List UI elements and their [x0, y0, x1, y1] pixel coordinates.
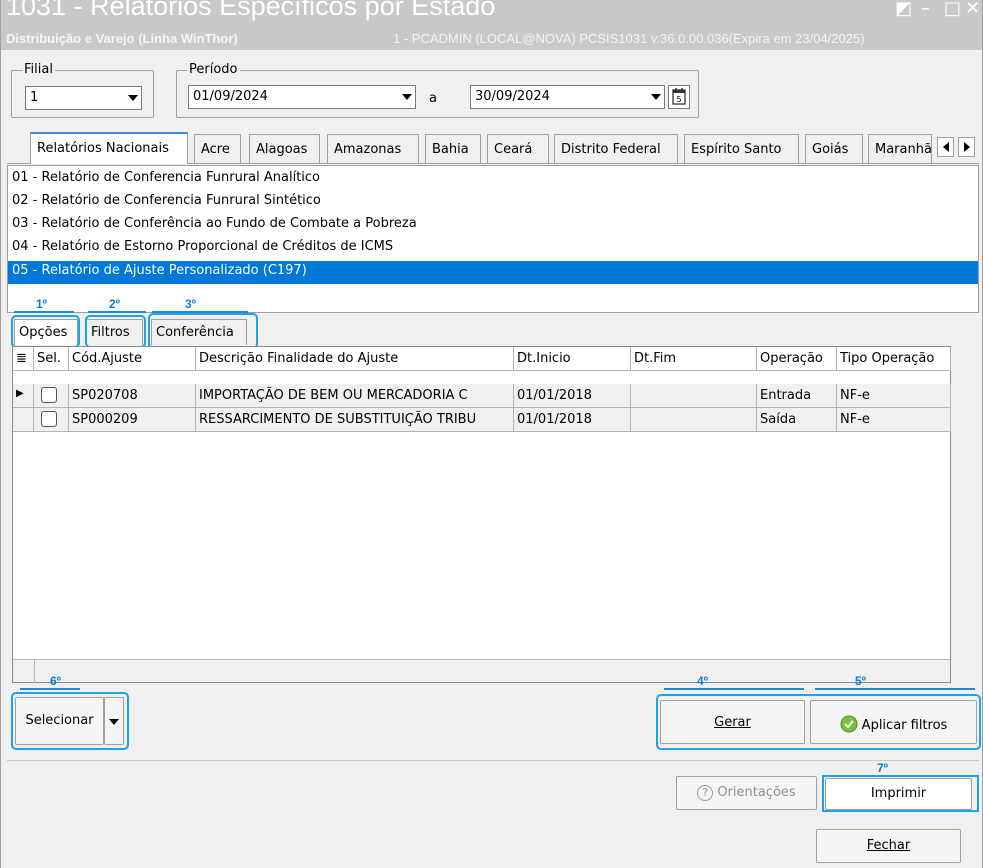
- row-checkbox[interactable]: [41, 411, 57, 427]
- list-item[interactable]: 03 - Relatório de Conferência ao Fundo d…: [8, 214, 978, 237]
- date-start-picker[interactable]: 01/09/2024: [188, 85, 416, 109]
- column-header[interactable]: Descrição Finalidade do Ajuste: [196, 347, 514, 371]
- table-cell: SP000209: [69, 408, 196, 432]
- fechar-label: Fechar: [866, 838, 911, 853]
- fechar-button[interactable]: Fechar: [816, 829, 961, 863]
- window-title: 1031 - Relatórios Específicos por Estado: [6, 0, 496, 21]
- session-info: 1 - PCADMIN (LOCAL@NOVA) PCSIS1031 v.36.…: [393, 31, 865, 46]
- tab-relatorios-nacionais[interactable]: Relatórios Nacionais: [30, 132, 188, 164]
- help-icon: ?: [697, 785, 714, 801]
- step-marker-3: 3º: [185, 297, 197, 311]
- step-highlight-4-5: [656, 694, 981, 750]
- column-header[interactable]: Sel.: [34, 347, 69, 371]
- tab-alagoas[interactable]: Alagoas: [249, 134, 320, 163]
- list-item-selected[interactable]: 05 - Relatório de Ajuste Personalizado (…: [8, 261, 978, 284]
- row-select-cell[interactable]: [34, 408, 69, 432]
- step-highlight-2: [85, 315, 146, 348]
- filial-select[interactable]: 1: [25, 86, 142, 110]
- tab-acre[interactable]: Acre: [194, 134, 241, 163]
- tab-bahia[interactable]: Bahia: [425, 134, 481, 163]
- filial-value: 1: [30, 90, 39, 105]
- table-cell: NF-e: [837, 384, 951, 408]
- list-item[interactable]: 04 - Relatório de Estorno Proporcional d…: [8, 237, 978, 260]
- chevron-down-icon[interactable]: [402, 94, 412, 100]
- step-underline-1: [14, 311, 74, 313]
- minimize-icon[interactable]: –: [921, 0, 930, 19]
- row-indicator-cell: [13, 408, 34, 432]
- tab-amazonas[interactable]: Amazonas: [327, 134, 419, 163]
- grid-footer-divider: [34, 660, 35, 683]
- filial-label: Filial: [22, 62, 55, 77]
- date-end-value: 30/09/2024: [475, 89, 550, 104]
- step-underline-5: [815, 688, 975, 690]
- step-marker-2: 2º: [109, 297, 121, 311]
- step-highlight-6: [11, 692, 129, 750]
- tab-espirito-santo[interactable]: Espírito Santo: [684, 134, 799, 163]
- step-highlight-7: [822, 775, 979, 812]
- date-end-picker[interactable]: 30/09/2024: [470, 85, 665, 109]
- date-start-value: 01/09/2024: [193, 89, 268, 104]
- arrow-left-icon: [943, 142, 949, 152]
- close-icon[interactable]: ✕: [965, 0, 980, 19]
- divider: [7, 760, 979, 761]
- table-cell: 01/01/2018: [514, 384, 631, 408]
- window-border-left: [0, 0, 1, 868]
- tab-scroll-left[interactable]: [937, 137, 954, 157]
- step-underline-6: [20, 688, 80, 690]
- table-cell: Saída: [757, 408, 837, 432]
- period-separator: a: [429, 91, 437, 106]
- column-header[interactable]: Dt.Fim: [631, 347, 757, 371]
- report-list[interactable]: 01 - Relatório de Conferencia Funrural A…: [7, 165, 979, 313]
- column-header[interactable]: Tipo Operação: [837, 347, 951, 371]
- step-underline-4: [664, 688, 804, 690]
- table-cell: IMPORTAÇÃO DE BEM OU MERCADORIA C: [196, 384, 514, 408]
- periodo-label: Período: [187, 62, 240, 77]
- chevron-down-icon[interactable]: [651, 94, 661, 100]
- table-cell: [631, 408, 757, 432]
- calendar-button[interactable]: 5: [668, 85, 690, 109]
- column-header[interactable]: Operação: [757, 347, 837, 371]
- list-item[interactable]: 01 - Relatório de Conferencia Funrural A…: [8, 168, 978, 191]
- maximize-icon[interactable]: □: [944, 0, 961, 19]
- table-cell: RESSARCIMENTO DE SUBSTITUIÇÃO TRIBU: [196, 408, 514, 432]
- calendar-icon: 5: [672, 88, 686, 105]
- arrow-right-icon: [964, 142, 970, 152]
- table-cell: 01/01/2018: [514, 408, 631, 432]
- list-item[interactable]: 02 - Relatório de Conferencia Funrural S…: [8, 191, 978, 214]
- row-indicator-icon: ▶: [13, 384, 34, 408]
- tab-maranhao[interactable]: Maranhã: [868, 134, 932, 163]
- step-marker-4: 4º: [697, 674, 709, 688]
- step-marker-1: 1º: [36, 297, 48, 311]
- row-checkbox[interactable]: [41, 387, 57, 403]
- chevron-down-icon[interactable]: [128, 95, 138, 101]
- table-cell: SP020708: [69, 384, 196, 408]
- column-header[interactable]: Dt.Inicio: [514, 347, 631, 371]
- grid-menu-icon[interactable]: ≣: [13, 347, 34, 371]
- step-underline-2: [88, 311, 146, 313]
- step-highlight-1: [11, 315, 80, 348]
- tab-scroll-right[interactable]: [958, 137, 975, 157]
- step-marker-5: 5º: [855, 674, 867, 688]
- step-marker-7: 7º: [877, 761, 889, 775]
- column-header[interactable]: Cód.Ajuste: [69, 347, 196, 371]
- orientacoes-label: Orientações: [717, 785, 796, 800]
- orientacoes-button[interactable]: ? Orientações: [676, 776, 817, 810]
- table-cell: Entrada: [757, 384, 837, 408]
- tab-distrito-federal[interactable]: Distrito Federal: [554, 134, 678, 163]
- tab-goias[interactable]: Goiás: [805, 134, 863, 163]
- svg-text:5: 5: [676, 95, 681, 104]
- step-marker-6: 6º: [50, 674, 62, 688]
- table-cell: [631, 384, 757, 408]
- table-cell: NF-e: [837, 408, 951, 432]
- restore-icon[interactable]: ◩: [895, 0, 912, 19]
- grid-footer: [13, 659, 950, 683]
- row-select-cell[interactable]: [34, 384, 69, 408]
- tab-ceara[interactable]: Ceará: [487, 134, 549, 163]
- window-subtitle: Distribuição e Varejo (Linha WinThor): [6, 31, 238, 46]
- adjustments-grid[interactable]: ≣ Sel. Cód.Ajuste Descrição Finalidade d…: [12, 346, 951, 683]
- step-highlight-3: [148, 313, 258, 349]
